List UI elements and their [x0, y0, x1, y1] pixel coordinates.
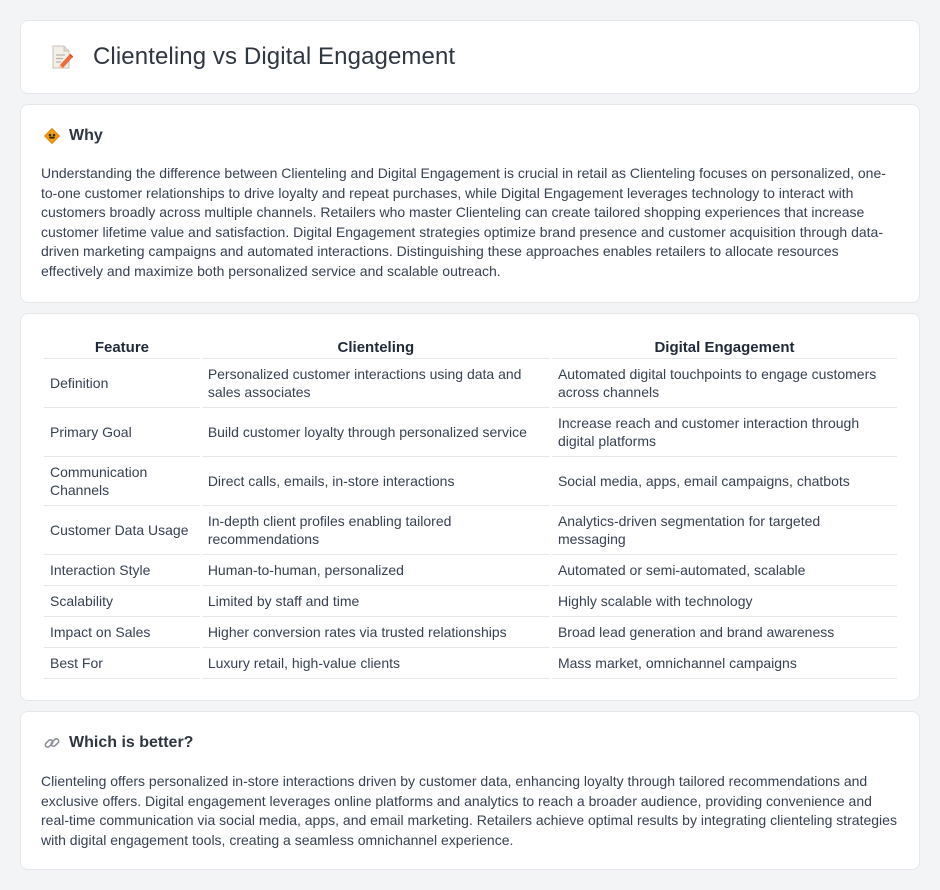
- digital-cell: Automated digital touchpoints to engage …: [551, 359, 897, 408]
- feature-cell: Interaction Style: [44, 555, 200, 586]
- diamond-sign-icon: [43, 127, 61, 145]
- clienteling-cell: Build customer loyalty through personali…: [201, 408, 550, 457]
- feature-cell: Impact on Sales: [44, 617, 200, 648]
- feature-cell: Best For: [44, 648, 200, 679]
- clienteling-cell: Direct calls, emails, in-store interacti…: [201, 457, 550, 506]
- digital-cell: Highly scalable with technology: [551, 586, 897, 617]
- clienteling-cell: Higher conversion rates via trusted rela…: [201, 617, 550, 648]
- table-row: Impact on Sales Higher conversion rates …: [44, 617, 897, 648]
- header-clienteling: Clienteling: [201, 336, 550, 359]
- feature-cell: Scalability: [44, 586, 200, 617]
- clienteling-cell: In-depth client profiles enabling tailor…: [201, 506, 550, 555]
- why-section: Why Understanding the difference between…: [20, 104, 920, 303]
- table-row: Interaction Style Human-to-human, person…: [44, 555, 897, 586]
- which-is-better-text: Clienteling offers personalized in-store…: [41, 773, 897, 848]
- comparison-table-card: Feature Clienteling Digital Engagement D…: [20, 313, 920, 701]
- table-row: Scalability Limited by staff and time Hi…: [44, 586, 897, 617]
- table-header-row: Feature Clienteling Digital Engagement: [44, 336, 897, 359]
- digital-cell: Analytics-driven segmentation for target…: [551, 506, 897, 555]
- which-is-better-title: Which is better?: [69, 734, 194, 751]
- document-pencil-icon: [47, 43, 75, 71]
- header-card: Clienteling vs Digital Engagement: [20, 20, 920, 94]
- digital-cell: Social media, apps, email campaigns, cha…: [551, 457, 897, 506]
- clienteling-cell: Personalized customer interactions using…: [201, 359, 550, 408]
- comparison-table: Feature Clienteling Digital Engagement D…: [42, 336, 899, 679]
- table-row: Customer Data Usage In-depth client prof…: [44, 506, 897, 555]
- table-row: Definition Personalized customer interac…: [44, 359, 897, 408]
- feature-cell: Customer Data Usage: [44, 506, 200, 555]
- clienteling-cell: Luxury retail, high-value clients: [201, 648, 550, 679]
- header-feature: Feature: [44, 336, 200, 359]
- header-digital-engagement: Digital Engagement: [551, 336, 897, 359]
- which-is-better-section: Which is better? Clienteling offers pers…: [20, 711, 920, 870]
- digital-cell: Broad lead generation and brand awarenes…: [551, 617, 897, 648]
- digital-cell: Automated or semi-automated, scalable: [551, 555, 897, 586]
- why-title: Why: [69, 127, 103, 144]
- digital-cell: Increase reach and customer interaction …: [551, 408, 897, 457]
- feature-cell: Primary Goal: [44, 408, 200, 457]
- digital-cell: Mass market, omnichannel campaigns: [551, 648, 897, 679]
- feature-cell: Communication Channels: [44, 457, 200, 506]
- feature-cell: Definition: [44, 359, 200, 408]
- clienteling-cell: Human-to-human, personalized: [201, 555, 550, 586]
- link-icon: [43, 734, 61, 752]
- table-row: Primary Goal Build customer loyalty thro…: [44, 408, 897, 457]
- clienteling-cell: Limited by staff and time: [201, 586, 550, 617]
- why-text: Understanding the difference between Cli…: [41, 165, 886, 279]
- table-row: Best For Luxury retail, high-value clien…: [44, 648, 897, 679]
- table-row: Communication Channels Direct calls, ema…: [44, 457, 897, 506]
- page-title: Clienteling vs Digital Engagement: [93, 43, 456, 70]
